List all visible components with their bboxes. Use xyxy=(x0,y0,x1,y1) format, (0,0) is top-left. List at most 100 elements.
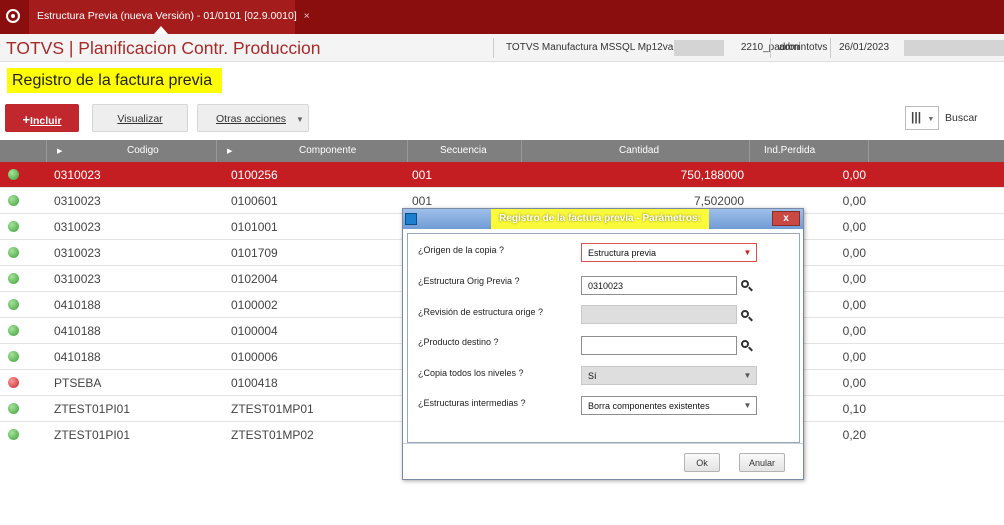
tab-active-caret-icon xyxy=(154,26,168,34)
column-header-label: Componente xyxy=(299,145,357,156)
cell-componente: 0100002 xyxy=(231,298,278,312)
status-green-icon xyxy=(8,325,19,336)
app-title: TOTVS | Planificacion Contr. Produccion xyxy=(6,38,321,58)
chevron-down-icon: ▼ xyxy=(927,116,935,123)
status-green-icon xyxy=(8,169,19,180)
search-icon[interactable] xyxy=(741,280,753,292)
user-name[interactable]: admintotvs xyxy=(770,38,828,58)
columns-icon: ||| xyxy=(911,110,922,124)
status-green-icon xyxy=(8,429,19,440)
chevron-down-icon[interactable]: ▼ xyxy=(739,367,756,384)
plus-icon: + xyxy=(22,112,31,127)
status-green-icon xyxy=(8,273,19,284)
window-icon xyxy=(405,213,417,225)
param-label-copia-niveles: ¿Copia todos los niveles ? xyxy=(418,368,524,378)
server-info: TOTVS Manufactura MSSQL Mp12va 2210_padr… xyxy=(493,38,800,58)
cell-componente: 0102004 xyxy=(231,272,278,286)
cell-componente: 0101001 xyxy=(231,220,278,234)
table-row[interactable]: 0310023 0100256 001 750,188000 0,00 xyxy=(0,162,1004,188)
param-label-origen: ¿Origen de la copia ? xyxy=(418,245,505,255)
cell-componente: ZTEST01MP02 xyxy=(231,428,314,442)
tab-title: Estructura Previa (nueva Versión) - 01/0… xyxy=(37,10,297,22)
visualizar-label: Visualizar xyxy=(117,113,163,125)
server-info-left: TOTVS Manufactura MSSQL Mp12va xyxy=(506,42,674,53)
cell-codigo: 0410188 xyxy=(54,350,101,364)
estructuras-intermedias-value: Borra componentes existentes xyxy=(588,401,710,411)
cell-componente: 0101709 xyxy=(231,246,278,260)
cell-codigo: ZTEST01PI01 xyxy=(54,428,131,442)
status-green-icon xyxy=(8,221,19,232)
sort-arrow-icon: ▶ xyxy=(227,148,233,155)
chevron-down-icon[interactable]: ▼ xyxy=(739,244,756,261)
page-title: Registro de la factura previa xyxy=(7,68,222,93)
anular-button[interactable]: Anular xyxy=(739,453,785,472)
estructura-orig-input[interactable]: 0310023 xyxy=(581,276,737,295)
otras-acciones-label: Otras acciones xyxy=(216,113,287,125)
param-label-revision: ¿Revisión de estructura orige ? xyxy=(418,307,544,317)
search-input[interactable]: Buscar xyxy=(945,112,978,124)
session-date[interactable]: 26/01/2023 xyxy=(830,38,898,58)
redacted-box xyxy=(904,40,1004,56)
estructura-orig-value: 0310023 xyxy=(588,281,624,291)
column-header-componente[interactable]: ▶ Componente xyxy=(217,140,408,162)
cell-ind-perdida: 0,00 xyxy=(842,194,866,208)
ok-button[interactable]: Ok xyxy=(684,453,720,472)
copia-niveles-value: Sí xyxy=(588,371,597,381)
cell-componente: ZTEST01MP01 xyxy=(231,402,314,416)
column-header-label: Codigo xyxy=(127,145,159,156)
status-green-icon xyxy=(8,403,19,414)
column-header-label: Cantidad xyxy=(619,145,660,156)
cell-codigo: PTSEBA xyxy=(54,376,102,390)
column-header-ind-perdida[interactable]: Ind.Perdida xyxy=(750,140,869,162)
origen-copia-value: Estructura previa xyxy=(588,248,657,258)
dialog-title: Registro de la factura previa - Parámetr… xyxy=(491,209,709,229)
cell-codigo: 0310023 xyxy=(54,246,101,260)
cell-codigo: ZTEST01PI01 xyxy=(54,402,131,416)
status-green-icon xyxy=(8,299,19,310)
cell-secuencia: 001 xyxy=(412,194,433,208)
param-label-estructuras-intermedias: ¿Estructuras intermedias ? xyxy=(418,398,526,408)
chevron-down-icon: ▼ xyxy=(296,115,304,124)
revision-input[interactable] xyxy=(581,305,737,324)
cell-codigo: 0410188 xyxy=(54,298,101,312)
status-red-icon xyxy=(8,377,19,388)
cell-codigo: 0410188 xyxy=(54,324,101,338)
visualizar-button[interactable]: Visualizar xyxy=(92,104,188,132)
copia-niveles-select[interactable]: Sí xyxy=(581,366,757,385)
grid-header-status xyxy=(0,140,47,162)
totvs-logo-icon[interactable] xyxy=(6,9,20,23)
cell-ind-perdida: 0,00 xyxy=(842,168,866,182)
producto-destino-input[interactable] xyxy=(581,336,737,355)
cell-componente: 0100004 xyxy=(231,324,278,338)
cell-componente: 0100006 xyxy=(231,350,278,364)
cell-componente: 0100256 xyxy=(231,168,278,182)
incluir-button[interactable]: +Incluir xyxy=(5,104,79,132)
chevron-down-icon[interactable]: ▼ xyxy=(739,397,756,414)
incluir-label: Incluir xyxy=(30,115,62,127)
tab-close-icon[interactable]: × xyxy=(304,10,310,22)
param-label-estructura-orig: ¿Estructura Orig Previa ? xyxy=(418,276,520,286)
cell-codigo: 0310023 xyxy=(54,168,101,182)
close-icon[interactable]: x xyxy=(772,211,800,226)
column-header-label: Ind.Perdida xyxy=(764,145,816,156)
cell-codigo: 0310023 xyxy=(54,194,101,208)
cell-codigo: 0310023 xyxy=(54,272,101,286)
column-header-secuencia[interactable]: Secuencia xyxy=(408,140,522,162)
cell-codigo: 0310023 xyxy=(54,220,101,234)
cell-cantidad: 750,188000 xyxy=(680,168,744,182)
param-label-producto-destino: ¿Producto destino ? xyxy=(418,337,499,347)
estructuras-intermedias-select[interactable]: Borra componentes existentes xyxy=(581,396,757,415)
column-view-button[interactable]: ||| ▼ xyxy=(905,106,939,130)
status-green-icon xyxy=(8,247,19,258)
otras-acciones-button[interactable]: Otras acciones ▼ xyxy=(197,104,309,132)
cell-componente: 0100418 xyxy=(231,376,278,390)
column-header-cantidad[interactable]: Cantidad xyxy=(522,140,750,162)
cell-componente: 0100601 xyxy=(231,194,278,208)
search-icon[interactable] xyxy=(741,310,753,322)
redacted-box xyxy=(674,40,724,56)
origen-copia-select[interactable]: Estructura previa xyxy=(581,243,757,262)
column-header-codigo[interactable]: ▶ Codigo xyxy=(47,140,217,162)
cell-secuencia: 001 xyxy=(412,168,433,182)
sort-arrow-icon: ▶ xyxy=(57,148,63,155)
search-icon[interactable] xyxy=(741,340,753,352)
